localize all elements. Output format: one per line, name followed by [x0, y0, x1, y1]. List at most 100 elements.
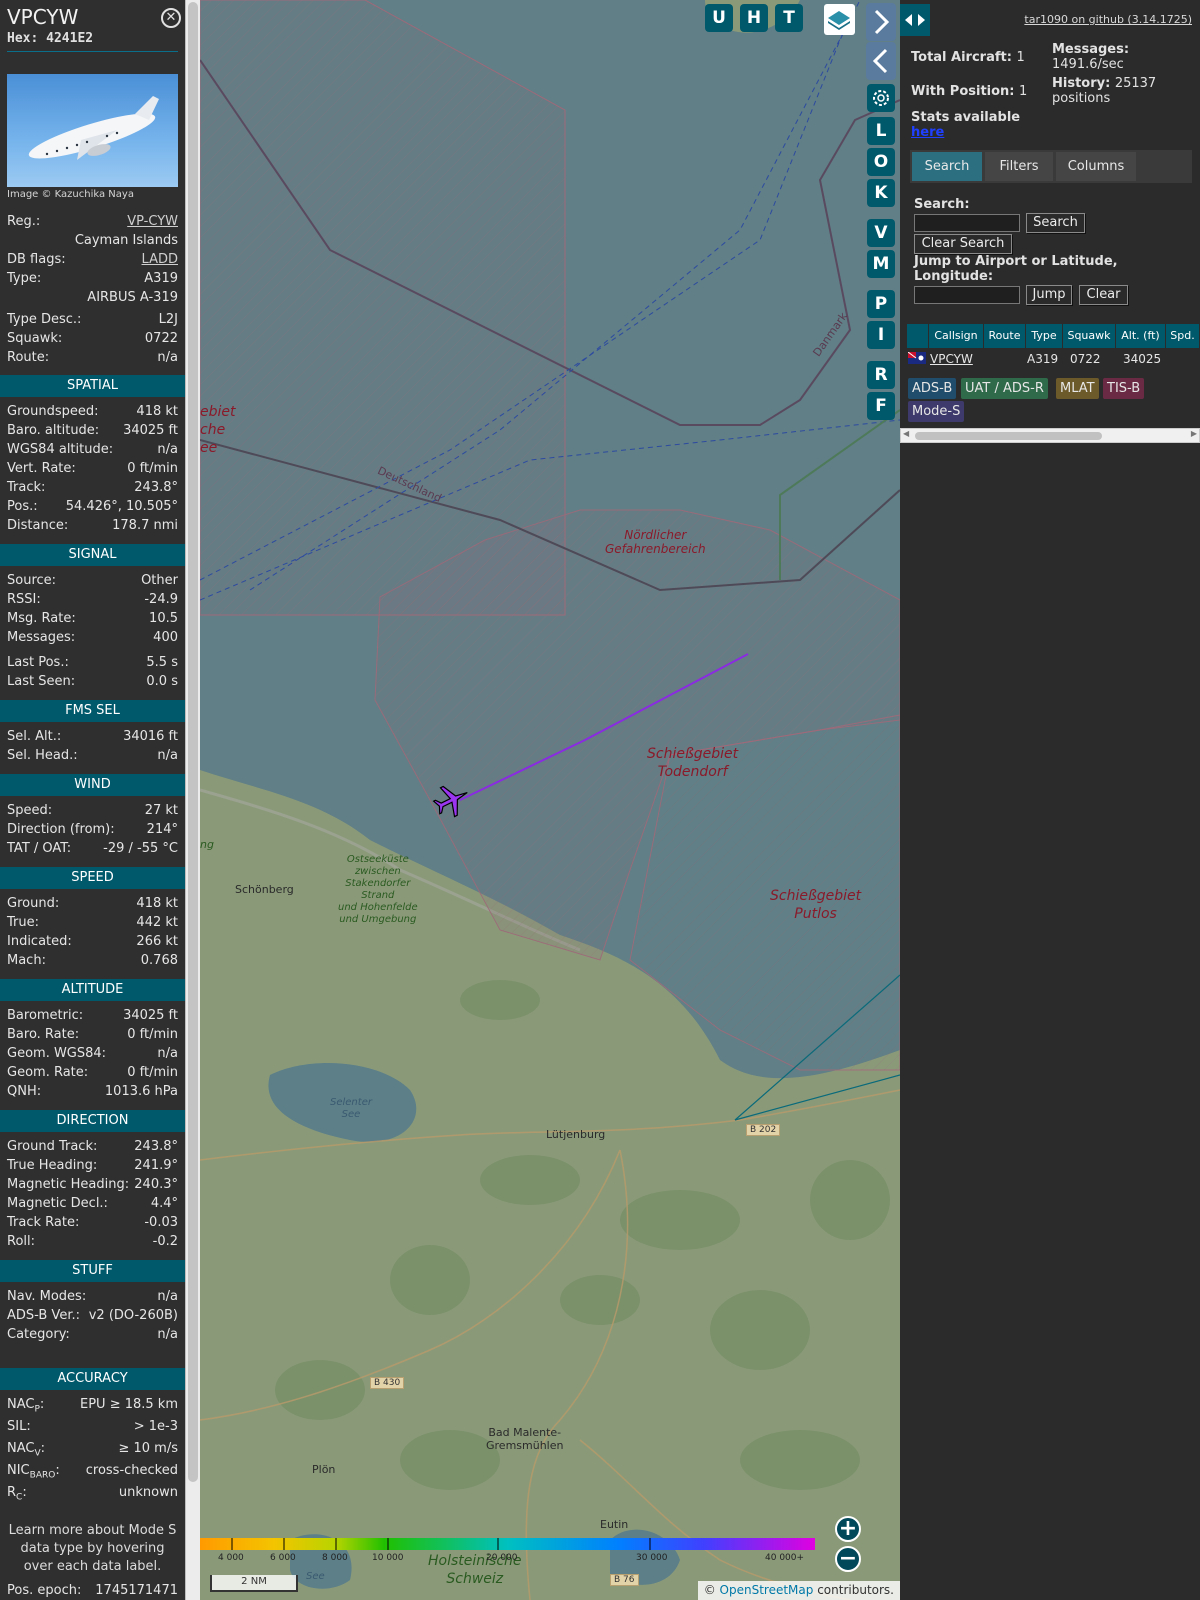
label-text: Messages: — [7, 630, 76, 645]
info-row: Indicated: 266 kt — [7, 934, 178, 953]
map-button-m[interactable]: M — [867, 250, 895, 278]
github-link[interactable]: tar1090 on github (3.14.1725) — [1024, 13, 1192, 26]
section-header-stuff[interactable]: STUFF — [0, 1260, 185, 1282]
col-header-speed[interactable]: Spd. — [1166, 324, 1200, 348]
label-text: Track: — [7, 480, 46, 495]
scroll-right-icon[interactable]: ▶ — [1191, 429, 1197, 438]
col-header-callsign[interactable]: Callsign — [929, 324, 984, 348]
info-row-label: True: — [7, 915, 39, 930]
layers-button[interactable] — [824, 4, 855, 35]
info-row-label: SIL: — [7, 1419, 31, 1434]
row-altitude: 34025 — [1123, 352, 1162, 366]
col-header-route[interactable]: Route — [984, 324, 1026, 348]
info-panel-scrollbar[interactable] — [185, 0, 200, 1600]
info-row: AIRBUS A-319 — [7, 290, 178, 309]
info-row-value: 0 ft/min — [127, 1027, 178, 1042]
info-row-label: Track: — [7, 480, 45, 495]
tab-filters[interactable]: Filters — [985, 152, 1053, 181]
section-header-fms[interactable]: FMS SEL — [0, 700, 185, 722]
info-row-value[interactable]: LADD — [142, 252, 178, 267]
collapse-left-button[interactable] — [866, 42, 896, 80]
selected-callsign: VPCYW — [7, 5, 79, 29]
info-row-value: n/a — [157, 1327, 178, 1342]
map-button-k[interactable]: K — [867, 179, 895, 207]
info-row-value: -29 / -55 °C — [103, 841, 178, 856]
row-callsign[interactable]: VPCYW — [930, 350, 973, 368]
section-header-altitude[interactable]: ALTITUDE — [0, 979, 185, 1001]
section-header-accuracy[interactable]: ACCURACY — [0, 1368, 185, 1390]
info-row-value: 214° — [146, 822, 178, 837]
label-line: Nördlicher — [624, 528, 687, 542]
map-button-f[interactable]: F — [867, 392, 895, 420]
info-row-label: Baro. altitude: — [7, 423, 99, 438]
toggle-sidebar-button[interactable] — [900, 4, 930, 36]
scroll-left-icon[interactable]: ◀ — [903, 429, 909, 438]
map-button-u[interactable]: U — [705, 4, 733, 32]
jump-button[interactable]: Jump — [1026, 285, 1072, 305]
settings-button[interactable] — [867, 84, 895, 112]
scrollbar-thumb[interactable] — [188, 2, 198, 1482]
label-text: Distance: — [7, 518, 69, 533]
stats-link[interactable]: here — [911, 125, 944, 140]
map-button-h[interactable]: H — [740, 4, 768, 32]
info-row: Pos.: 54.426°, 10.505° — [7, 499, 178, 518]
info-row-label: Ground Track: — [7, 1139, 97, 1154]
label-line: Strand — [361, 890, 395, 901]
clear-button[interactable]: Clear — [1079, 285, 1128, 305]
map-button-v[interactable]: V — [867, 219, 895, 247]
info-row-value: 442 kt — [136, 915, 178, 930]
close-icon[interactable]: ✕ — [161, 8, 181, 28]
col-header-squawk[interactable]: Squawk — [1063, 324, 1116, 348]
col-header-flag[interactable] — [907, 324, 929, 348]
info-header: VPCYW Hex: 4241E2 ✕ — [7, 0, 181, 52]
info-row: WGS84 altitude: n/a — [7, 442, 178, 461]
info-row-value: 0722 — [144, 331, 178, 346]
info-row-value: 0.0 s — [146, 674, 178, 689]
label-text: WGS84 altitude: — [7, 442, 114, 457]
map-button-o[interactable]: O — [867, 148, 895, 176]
map-button-l[interactable]: L — [867, 117, 895, 145]
info-row-label: Direction (from): — [7, 822, 115, 837]
search-input[interactable] — [914, 214, 1020, 232]
table-horizontal-scrollbar[interactable]: ◀ ▶ — [900, 428, 1200, 443]
expand-right-button[interactable] — [866, 3, 896, 41]
info-row: Barometric: 34025 ft — [7, 1008, 178, 1027]
info-row-label: NACV: — [7, 1441, 45, 1459]
attribution-link[interactable]: OpenStreetMap — [720, 1583, 814, 1597]
map-button-t[interactable]: T — [775, 4, 803, 32]
search-button[interactable]: Search — [1026, 213, 1085, 233]
zoom-out-button[interactable]: − — [835, 1546, 861, 1572]
info-row-label: Nav. Modes: — [7, 1289, 86, 1304]
col-header-type[interactable]: Type — [1026, 324, 1063, 348]
clear-search-button[interactable]: Clear Search — [914, 234, 1012, 254]
tab-columns[interactable]: Columns — [1056, 152, 1136, 181]
section-header-speed[interactable]: SPEED — [0, 867, 185, 889]
aircraft-info-panel: VPCYW Hex: 4241E2 ✕ Image © Kazuchika Na… — [0, 0, 185, 1600]
label-text: Sel. Alt.: — [7, 729, 62, 744]
info-row-label: RSSI: — [7, 592, 41, 607]
section-header-spatial[interactable]: SPATIAL — [0, 375, 185, 397]
map-button-r[interactable]: R — [867, 361, 895, 389]
label-text: Mach: — [7, 953, 46, 968]
info-row-value: -24.9 — [144, 592, 178, 607]
info-row: Baro. Rate: 0 ft/min — [7, 1027, 178, 1046]
info-row-value[interactable]: VP-CYW — [127, 214, 178, 229]
section-header-signal[interactable]: SIGNAL — [0, 544, 185, 566]
zoom-in-button[interactable]: + — [835, 1516, 861, 1542]
jump-input[interactable] — [914, 286, 1020, 304]
map-button-p[interactable]: P — [867, 290, 895, 318]
info-row-value: 0 ft/min — [127, 461, 178, 476]
aircraft-photo[interactable] — [7, 74, 178, 187]
map-view[interactable]: Nördlicher Gefahrenbereich Schießgebiet To… — [200, 0, 900, 1600]
info-row-label: NICBARO: — [7, 1463, 60, 1481]
area-label-nordlicher: Nördlicher Gefahrenbereich — [605, 528, 706, 556]
map-button-i[interactable]: I — [867, 321, 895, 349]
tab-search[interactable]: Search — [912, 152, 982, 181]
info-row-label: Source: — [7, 573, 56, 588]
label-text: True: — [7, 915, 39, 930]
section-header-direction[interactable]: DIRECTION — [0, 1110, 185, 1132]
col-header-altitude[interactable]: Alt. (ft) — [1116, 324, 1166, 348]
label-line: ee — [200, 440, 218, 456]
scrollbar-thumb[interactable] — [915, 432, 1102, 440]
section-header-wind[interactable]: WIND — [0, 774, 185, 796]
